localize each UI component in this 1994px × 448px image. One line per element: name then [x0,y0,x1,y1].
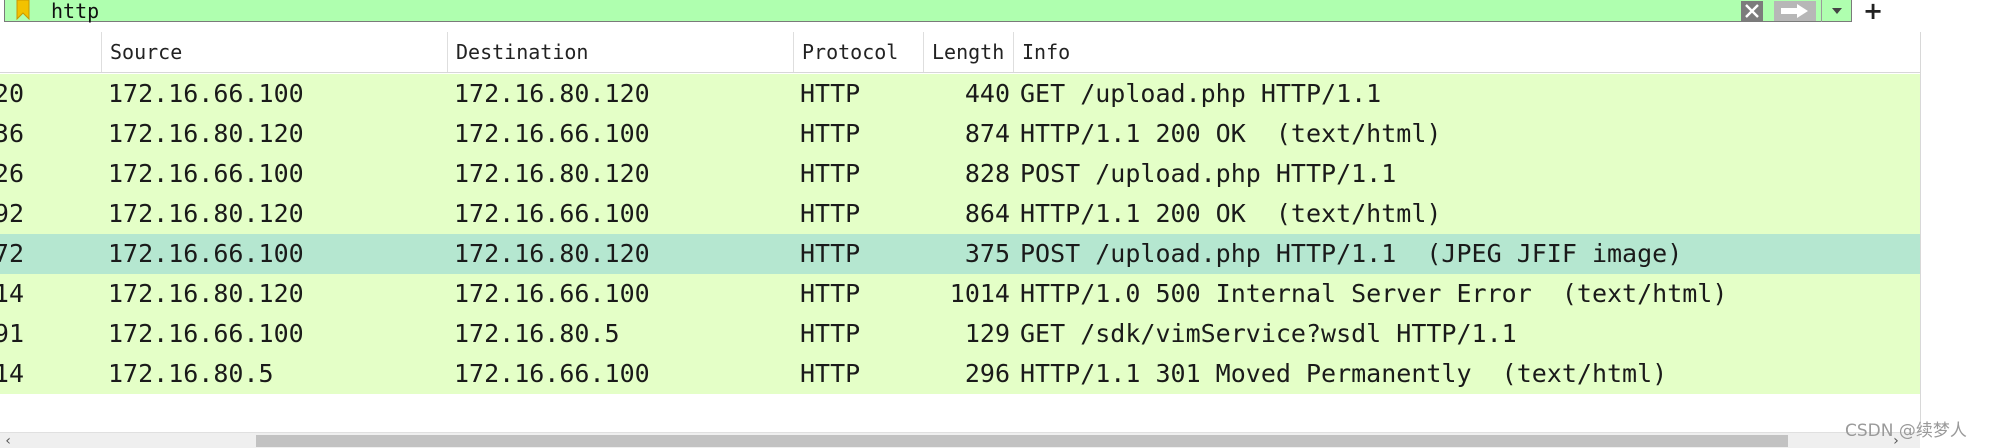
packet-length: 864 [964,199,1010,228]
display-filter-input[interactable]: http [4,0,1852,22]
packet-number: 72 [0,239,24,268]
packet-row[interactable]: 14 172.16.80.120 172.16.66.100 HTTP 1014… [0,274,1920,314]
packet-length: 129 [964,319,1010,348]
packet-protocol: HTTP [800,359,861,388]
packet-source: 172.16.80.120 [108,279,304,308]
packet-destination: 172.16.66.100 [454,279,650,308]
horizontal-scrollbar[interactable]: ‹ › [0,432,1920,448]
packet-protocol: HTTP [800,159,861,188]
packet-info: GET /sdk/vimService?wsdl HTTP/1.1 [1020,319,1517,348]
packet-length: 1014 [949,279,1010,308]
packet-protocol: HTTP [800,239,861,268]
add-filter-button[interactable]: + [1860,0,1886,25]
packet-protocol: HTTP [800,119,861,148]
column-header-protocol[interactable]: Protocol [794,32,924,72]
packet-row[interactable]: 92 172.16.80.120 172.16.66.100 HTTP 864 … [0,194,1920,234]
packet-row-selected[interactable]: 72 172.16.66.100 172.16.80.120 HTTP 375 … [0,234,1920,274]
bookmark-icon[interactable] [13,0,33,20]
packet-info: HTTP/1.1 200 OK (text/html) [1020,199,1442,228]
packet-source: 172.16.66.100 [108,159,304,188]
column-header-no[interactable] [0,32,102,72]
packet-source: 172.16.80.5 [108,359,274,388]
column-header-row: Source Destination Protocol Length Info [0,32,1920,73]
packet-row[interactable]: 20 172.16.66.100 172.16.80.120 HTTP 440 … [0,74,1920,114]
packet-destination: 172.16.66.100 [454,119,650,148]
packet-row[interactable]: 26 172.16.66.100 172.16.80.120 HTTP 828 … [0,154,1920,194]
watermark: CSDN @续梦人 [1845,421,1967,441]
filter-history-dropdown[interactable] [1821,0,1851,22]
packet-protocol: HTTP [800,79,861,108]
packet-protocol: HTTP [800,279,861,308]
packet-length: 440 [964,79,1010,108]
packet-source: 172.16.80.120 [108,199,304,228]
column-header-length[interactable]: Length [924,32,1014,72]
packet-info: POST /upload.php HTTP/1.1 (JPEG JFIF ima… [1020,239,1683,268]
packet-destination: 172.16.80.5 [454,319,620,348]
packet-number: 14 [0,279,24,308]
packet-number: 20 [0,79,24,108]
packet-source: 172.16.66.100 [108,239,304,268]
plus-icon: + [1862,0,1884,25]
packet-destination: 172.16.80.120 [454,239,650,268]
display-filter-bar: http + [0,0,1994,24]
scrollbar-thumb[interactable] [256,435,1788,447]
packet-number: 92 [0,199,24,228]
packet-source: 172.16.80.120 [108,119,304,148]
clear-x-icon [1741,1,1763,21]
wireshark-window: http + Source Destination Protocol Lengt… [0,0,1994,448]
arrow-right-icon [1774,1,1816,21]
packet-protocol: HTTP [800,199,861,228]
packet-number: 14 [0,359,24,388]
clear-filter-button[interactable] [1739,0,1765,22]
packet-row[interactable]: 91 172.16.66.100 172.16.80.5 HTTP 129 GE… [0,314,1920,354]
packet-row[interactable]: 36 172.16.80.120 172.16.66.100 HTTP 874 … [0,114,1920,154]
packet-row[interactable]: 14 172.16.80.5 172.16.66.100 HTTP 296 HT… [0,354,1920,394]
packet-info: POST /upload.php HTTP/1.1 [1020,159,1397,188]
packet-source: 172.16.66.100 [108,319,304,348]
scroll-left-arrow-icon[interactable]: ‹ [4,433,18,448]
packet-destination: 172.16.80.120 [454,79,650,108]
column-header-destination[interactable]: Destination [448,32,794,72]
packet-destination: 172.16.66.100 [454,359,650,388]
packet-protocol: HTTP [800,319,861,348]
apply-filter-button[interactable] [1773,0,1817,22]
packet-source: 172.16.66.100 [108,79,304,108]
packet-length: 828 [964,159,1010,188]
packet-number: 26 [0,159,24,188]
packet-info: HTTP/1.1 200 OK (text/html) [1020,119,1442,148]
packet-length: 296 [964,359,1010,388]
column-header-source[interactable]: Source [102,32,448,72]
packet-number: 91 [0,319,24,348]
packet-list[interactable]: Source Destination Protocol Length Info … [0,32,1921,432]
packet-info: HTTP/1.1 301 Moved Permanently (text/htm… [1020,359,1668,388]
packet-info: HTTP/1.0 500 Internal Server Error (text… [1020,279,1728,308]
packet-length: 874 [964,119,1010,148]
packet-rows: 20 172.16.66.100 172.16.80.120 HTTP 440 … [0,74,1920,394]
packet-number: 36 [0,119,24,148]
chevron-down-icon [1831,8,1842,14]
packet-length: 375 [964,239,1010,268]
column-header-info[interactable]: Info [1014,32,1920,72]
packet-destination: 172.16.80.120 [454,159,650,188]
packet-info: GET /upload.php HTTP/1.1 [1020,79,1382,108]
filter-text[interactable]: http [51,0,99,22]
packet-destination: 172.16.66.100 [454,199,650,228]
